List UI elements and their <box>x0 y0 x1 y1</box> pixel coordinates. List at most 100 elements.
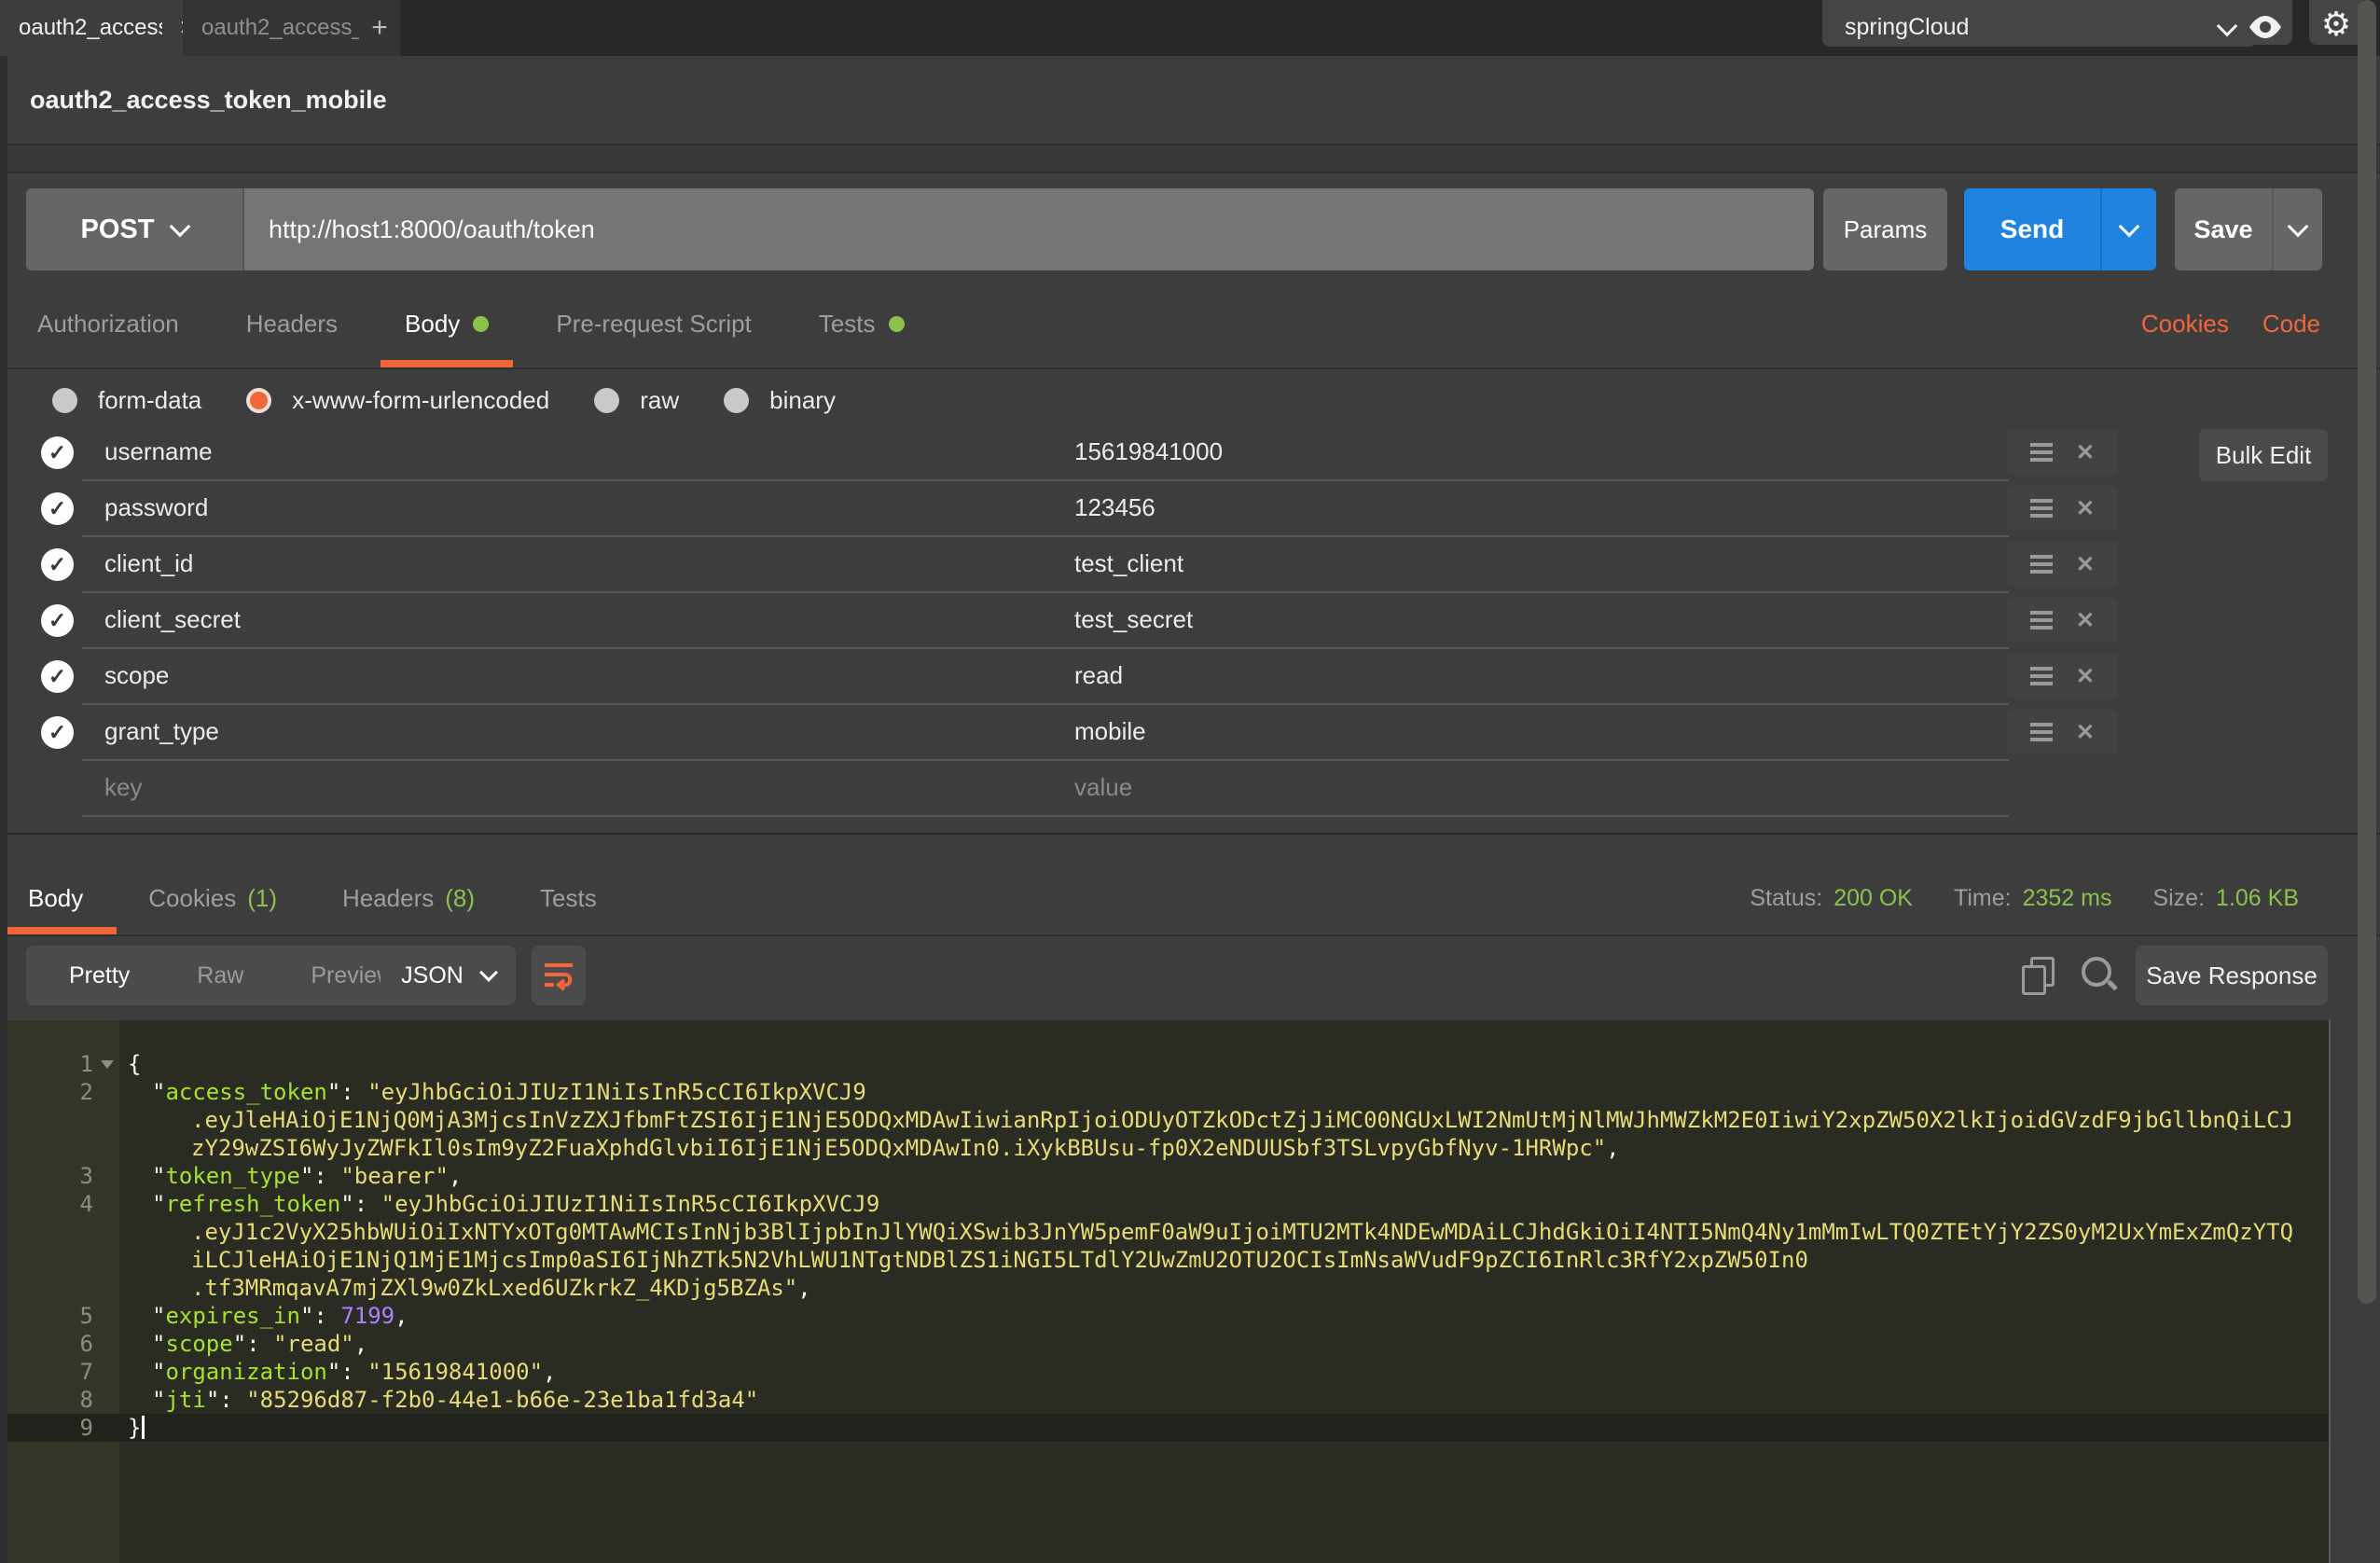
window-tab-label: oauth2_access_token_passw <box>201 15 373 41</box>
code-text: "organization": "15619841000", <box>119 1358 2329 1386</box>
key-field[interactable]: client_id <box>82 536 1061 593</box>
copy-response-button[interactable] <box>2022 957 2057 996</box>
value-field-placeholder[interactable]: value <box>1052 760 2009 817</box>
tab-tests[interactable]: Tests <box>819 280 905 367</box>
code-token: access_token <box>165 1079 326 1105</box>
new-tab-button[interactable]: + <box>359 0 400 56</box>
line-number <box>7 1246 119 1274</box>
wrap-text-button[interactable] <box>532 946 586 1005</box>
row-enabled-checkbox[interactable]: ✓ <box>41 548 74 581</box>
line-number <box>7 1274 119 1302</box>
time-label: Time: <box>1954 885 2012 912</box>
key-field[interactable]: username <box>82 424 1061 481</box>
response-tab-cookies[interactable]: Cookies(1) <box>148 863 277 934</box>
key-field[interactable]: client_secret <box>82 592 1061 649</box>
send-options-button[interactable] <box>2100 188 2156 270</box>
code-text: .tf3MRmqavA7mjZXl9w0ZkLxed6UZkrkZ_4KDjg5… <box>119 1274 2329 1302</box>
line-number: 3 <box>7 1162 119 1190</box>
value-field[interactable]: test_client <box>1052 536 2009 593</box>
send-button[interactable]: Send <box>1964 188 2100 270</box>
line-number <box>7 1134 119 1162</box>
params-button[interactable]: Params <box>1823 188 1947 270</box>
row-enabled-checkbox[interactable]: ✓ <box>41 604 74 637</box>
code-token: , <box>394 1303 408 1329</box>
response-tab-body[interactable]: Body <box>28 863 83 934</box>
code-text: zY29wZSI6WyJyZWFkIl0sIm9yZ2FuaXphdGlvbiI… <box>119 1134 2329 1162</box>
code-line: 7"organization": "15619841000", <box>7 1358 2329 1386</box>
green-dot-icon <box>473 316 489 332</box>
tab-authorization[interactable]: Authorization <box>37 280 179 367</box>
drag-handle-icon[interactable] <box>2030 450 2053 454</box>
code-line: 5"expires_in": 7199, <box>7 1302 2329 1330</box>
body-mode-x-www-form-urlencoded[interactable]: x-www-form-urlencoded <box>246 386 549 415</box>
tab-headers[interactable]: Headers <box>246 280 338 367</box>
scrollbar[interactable] <box>2354 0 2380 1563</box>
code-token: token_type <box>165 1163 300 1189</box>
radio-icon[interactable] <box>594 388 619 413</box>
tab-label: Authorization <box>37 310 179 339</box>
url-box: POST http://host1:8000/oauth/token <box>26 188 1814 270</box>
drag-handle-icon[interactable] <box>2030 506 2053 510</box>
save-response-button[interactable]: Save Response <box>2136 946 2328 1005</box>
key-field[interactable]: password <box>82 480 1061 537</box>
code-text: "jti": "85296d87-f2b0-44e1-b66e-23e1ba1f… <box>119 1386 2329 1414</box>
environment-preview-button[interactable] <box>2238 0 2292 45</box>
value-field[interactable]: test_secret <box>1052 592 2009 649</box>
view-mode-pretty[interactable]: Pretty <box>35 962 163 989</box>
url-input[interactable]: http://host1:8000/oauth/token <box>244 188 1814 270</box>
code-token: organization <box>165 1359 326 1385</box>
delete-row-icon[interactable]: ✕ <box>2076 551 2095 578</box>
body-mode-form-data[interactable]: form-data <box>52 386 201 415</box>
row-enabled-checkbox[interactable]: ✓ <box>41 716 74 749</box>
environment-selector[interactable]: springCloud <box>1822 0 2257 47</box>
method-selector[interactable]: POST <box>26 188 244 270</box>
row-actions: ✕ <box>2007 430 2118 475</box>
view-mode-group: PrettyRawPreview <box>26 946 436 1005</box>
delete-row-icon[interactable]: ✕ <box>2076 495 2095 522</box>
scrollbar-thumb[interactable] <box>2358 0 2376 1304</box>
tab-pre-request-script[interactable]: Pre-request Script <box>556 280 752 367</box>
format-selector[interactable]: JSON <box>381 946 516 1005</box>
delete-row-icon[interactable]: ✕ <box>2076 439 2095 466</box>
code-link[interactable]: Code <box>2262 310 2320 339</box>
search-response-button[interactable] <box>2080 955 2121 998</box>
response-tab-tests[interactable]: Tests <box>540 863 597 934</box>
code-token: ": <box>206 1387 246 1413</box>
save-options-button[interactable] <box>2272 188 2322 270</box>
fold-arrow-icon[interactable] <box>101 1060 114 1069</box>
row-actions: ✕ <box>2007 654 2118 699</box>
drag-handle-icon[interactable] <box>2030 674 2053 678</box>
radio-icon[interactable] <box>52 388 77 413</box>
body-mode-binary[interactable]: binary <box>724 386 836 415</box>
drag-handle-icon[interactable] <box>2030 562 2053 566</box>
value-field[interactable]: read <box>1052 648 2009 705</box>
key-field-placeholder[interactable]: key <box>82 760 1061 817</box>
row-enabled-checkbox[interactable]: ✓ <box>41 660 74 693</box>
radio-icon[interactable] <box>246 388 271 413</box>
key-field[interactable]: scope <box>82 648 1061 705</box>
format-label: JSON <box>401 962 464 989</box>
body-mode-raw[interactable]: raw <box>594 386 679 415</box>
key-field[interactable]: grant_type <box>82 704 1061 761</box>
row-enabled-checkbox[interactable]: ✓ <box>41 436 74 469</box>
value-field[interactable]: mobile <box>1052 704 2009 761</box>
save-button[interactable]: Save <box>2175 188 2272 270</box>
form-row: ✓username15619841000 ✕ <box>7 424 2380 480</box>
response-body-viewer[interactable]: 1{2"access_token": "eyJhbGciOiJIUzI1NiIs… <box>7 1020 2329 1563</box>
drag-handle-icon[interactable] <box>2030 730 2053 734</box>
drag-handle-icon[interactable] <box>2030 618 2053 622</box>
delete-row-icon[interactable]: ✕ <box>2076 607 2095 634</box>
view-mode-raw[interactable]: Raw <box>163 962 277 989</box>
code-token: "85296d87-f2b0-44e1-b66e-23e1ba1fd3a4" <box>246 1387 758 1413</box>
row-actions: ✕ <box>2007 542 2118 587</box>
value-field[interactable]: 123456 <box>1052 480 2009 537</box>
chevron-down-icon <box>2288 216 2309 238</box>
delete-row-icon[interactable]: ✕ <box>2076 719 2095 746</box>
cookies-link[interactable]: Cookies <box>2141 310 2229 339</box>
radio-icon[interactable] <box>724 388 749 413</box>
tab-body[interactable]: Body <box>405 280 489 367</box>
response-tab-headers[interactable]: Headers(8) <box>342 863 475 934</box>
delete-row-icon[interactable]: ✕ <box>2076 663 2095 690</box>
value-field[interactable]: 15619841000 <box>1052 424 2009 481</box>
row-enabled-checkbox[interactable]: ✓ <box>41 492 74 525</box>
